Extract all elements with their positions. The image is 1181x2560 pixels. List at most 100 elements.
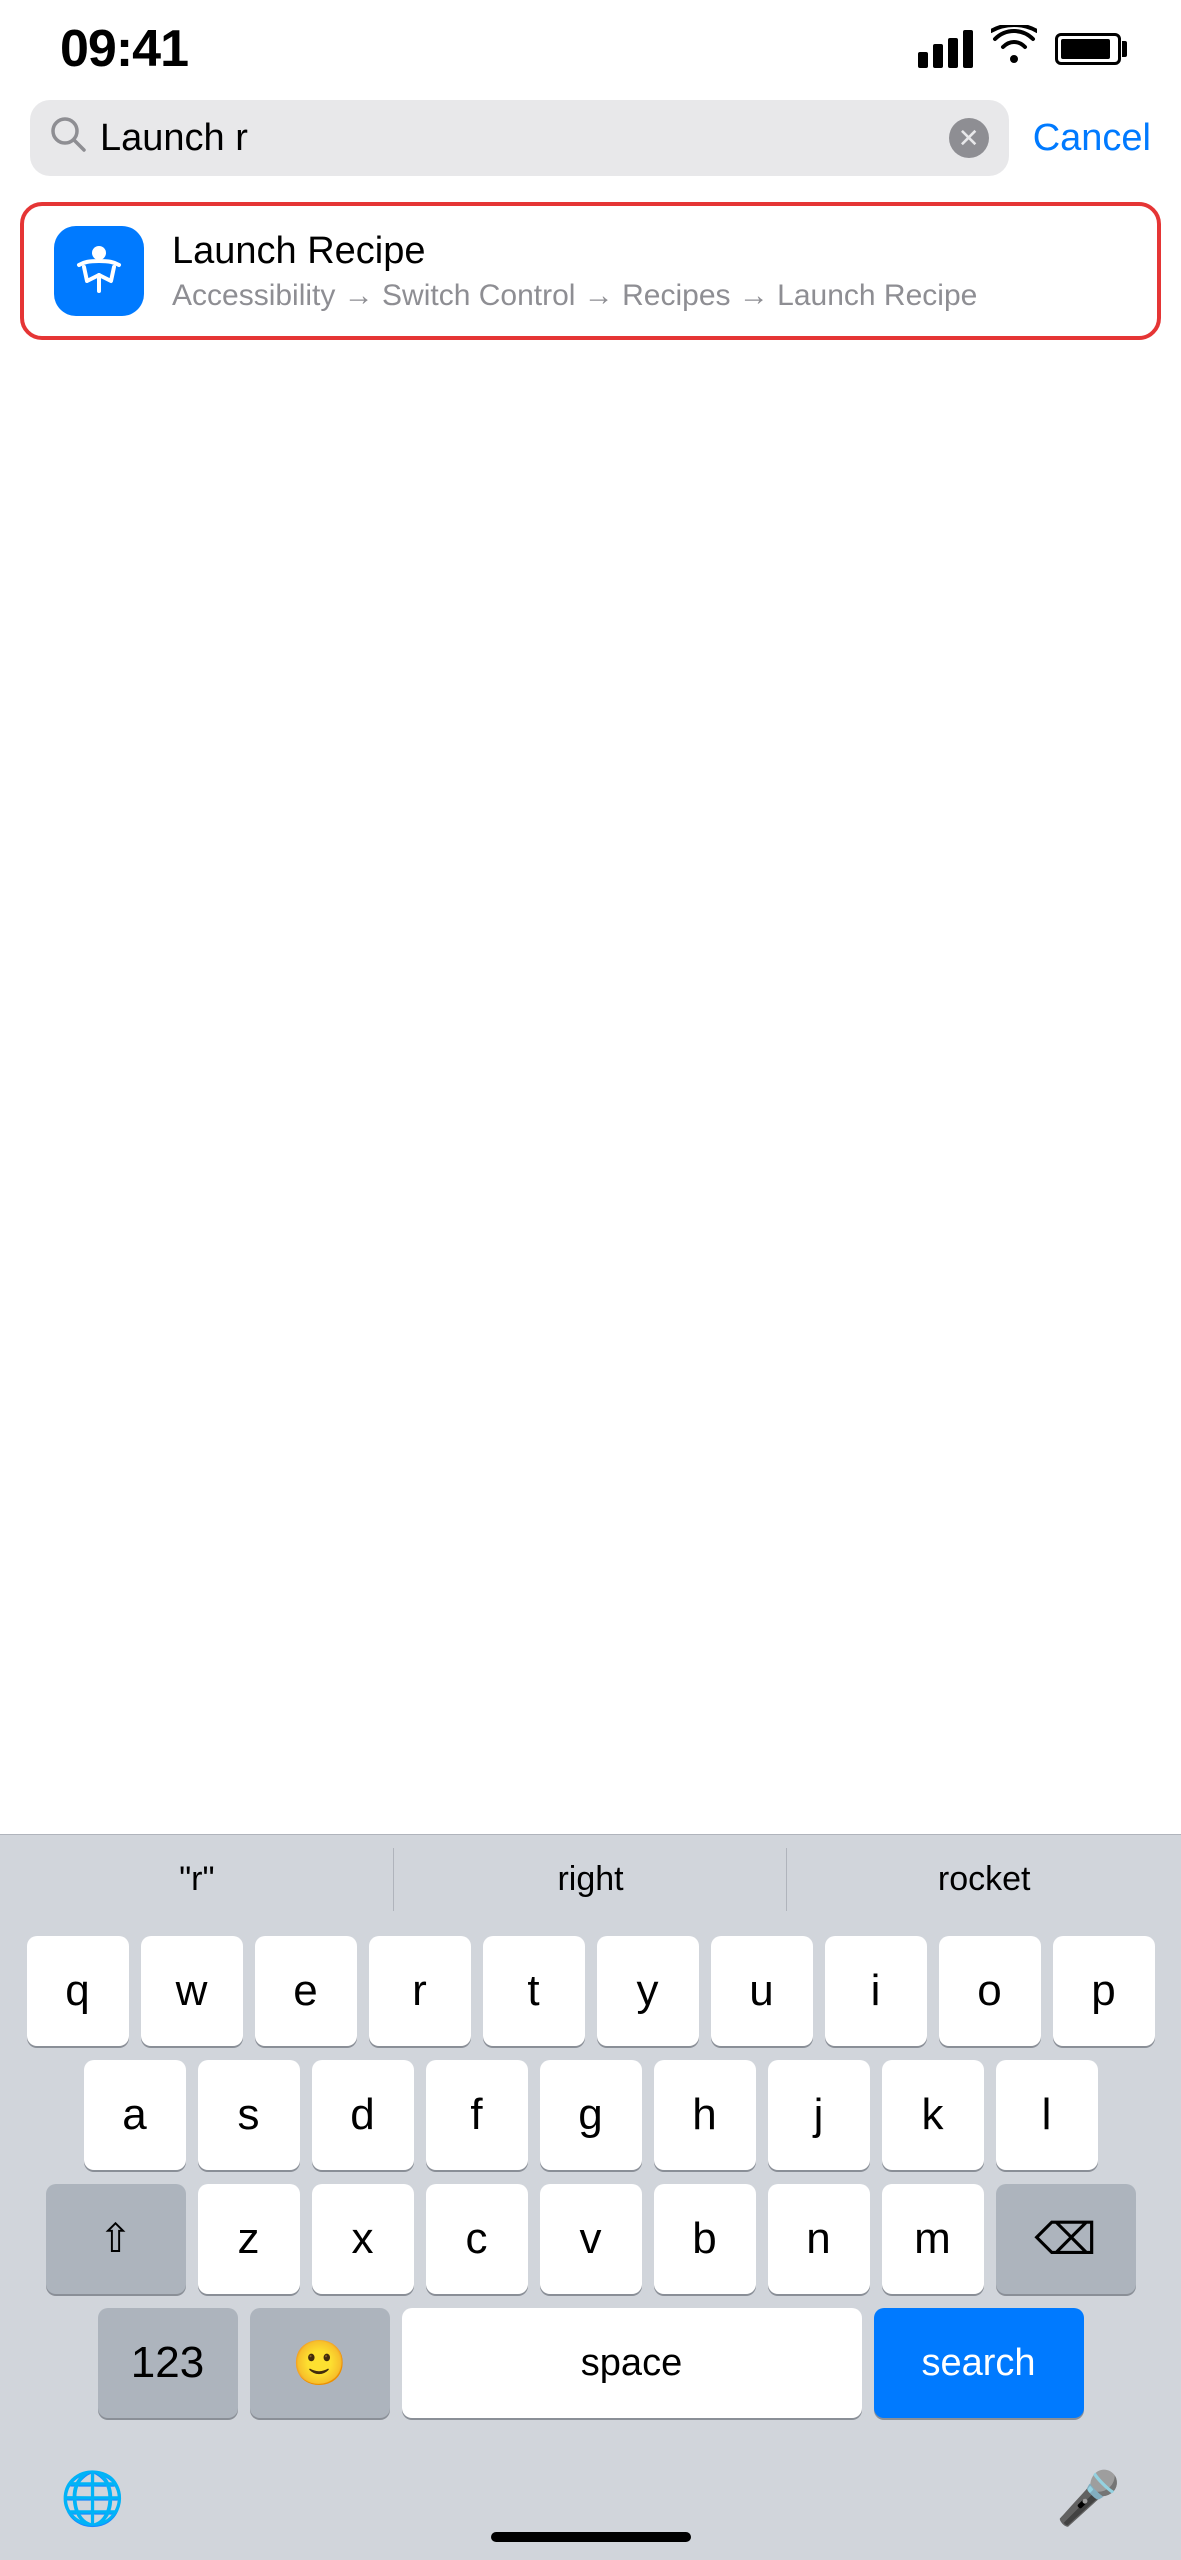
key-o[interactable]: o (939, 1936, 1041, 2046)
key-e[interactable]: e (255, 1936, 357, 2046)
search-input-wrapper[interactable]: Launch r ✕ (30, 100, 1009, 176)
key-c[interactable]: c (426, 2184, 528, 2294)
autocomplete-item-3[interactable]: rocket (787, 1835, 1181, 1924)
key-o-label: o (977, 1966, 1001, 2016)
key-s-label: s (238, 2090, 260, 2140)
key-h[interactable]: h (654, 2060, 756, 2170)
search-clear-button[interactable]: ✕ (949, 118, 989, 158)
autocomplete-item-2[interactable]: right (394, 1835, 788, 1924)
autocomplete-label-3: rocket (938, 1860, 1031, 1899)
keyboard-rows: q w e r t y u i o p a s d f g h j k l ⇧ (0, 1924, 1181, 2440)
battery-fill (1061, 39, 1110, 59)
key-f-label: f (470, 2090, 482, 2140)
emoji-icon: 🙂 (292, 2337, 347, 2389)
key-i-label: i (871, 1966, 881, 2016)
key-v[interactable]: v (540, 2184, 642, 2294)
key-a[interactable]: a (84, 2060, 186, 2170)
microphone-icon[interactable]: 🎤 (1056, 2468, 1121, 2529)
status-bar: 09:41 (0, 0, 1181, 90)
autocomplete-label-1: "r" (179, 1860, 214, 1899)
key-b-label: b (692, 2214, 716, 2264)
key-a-label: a (122, 2090, 146, 2140)
key-j[interactable]: j (768, 2060, 870, 2170)
key-g-label: g (578, 2090, 602, 2140)
space-label: space (581, 2342, 682, 2385)
key-i[interactable]: i (825, 1936, 927, 2046)
key-q-label: q (65, 1966, 89, 2016)
result-breadcrumb: Accessibility → Switch Control → Recipes… (172, 279, 1127, 313)
search-icon (50, 116, 86, 161)
key-l[interactable]: l (996, 2060, 1098, 2170)
signal-bar-3 (948, 38, 958, 68)
key-f[interactable]: f (426, 2060, 528, 2170)
key-y-label: y (637, 1966, 659, 2016)
key-n-label: n (806, 2214, 830, 2264)
key-k[interactable]: k (882, 2060, 984, 2170)
numeric-key[interactable]: 123 (98, 2308, 238, 2418)
delete-key[interactable]: ⌫ (996, 2184, 1136, 2294)
shift-key[interactable]: ⇧ (46, 2184, 186, 2294)
key-c-label: c (466, 2214, 488, 2264)
key-y[interactable]: y (597, 1936, 699, 2046)
key-q[interactable]: q (27, 1936, 129, 2046)
key-d[interactable]: d (312, 2060, 414, 2170)
autocomplete-label-2: right (557, 1860, 623, 1899)
signal-bars-icon (918, 30, 973, 68)
key-b[interactable]: b (654, 2184, 756, 2294)
key-x[interactable]: x (312, 2184, 414, 2294)
search-input[interactable]: Launch r (100, 117, 935, 160)
emoji-key[interactable]: 🙂 (250, 2308, 390, 2418)
autocomplete-item-1[interactable]: "r" (0, 1835, 394, 1924)
shift-icon: ⇧ (99, 2216, 133, 2262)
wifi-icon (991, 25, 1037, 73)
key-g[interactable]: g (540, 2060, 642, 2170)
key-d-label: d (350, 2090, 374, 2140)
key-u-label: u (749, 1966, 773, 2016)
battery-icon (1055, 33, 1121, 65)
search-bar-container: Launch r ✕ Cancel (0, 100, 1181, 176)
status-time: 09:41 (60, 19, 188, 79)
key-m[interactable]: m (882, 2184, 984, 2294)
delete-icon: ⌫ (1034, 2214, 1096, 2265)
key-l-label: l (1042, 2090, 1052, 2140)
search-label: search (921, 2342, 1035, 2385)
signal-bar-4 (963, 30, 973, 68)
key-p[interactable]: p (1053, 1936, 1155, 2046)
key-row-2: a s d f g h j k l (8, 2060, 1173, 2170)
key-n[interactable]: n (768, 2184, 870, 2294)
key-row-4: 123 🙂 space search (8, 2308, 1173, 2418)
bottom-bar: 🌐 🎤 (0, 2440, 1181, 2560)
home-indicator (491, 2532, 691, 2542)
key-p-label: p (1091, 1966, 1115, 2016)
search-results: Launch Recipe Accessibility → Switch Con… (0, 176, 1181, 366)
keyboard-area: "r" right rocket q w e r t y u i o p a s… (0, 1834, 1181, 2560)
search-result-item[interactable]: Launch Recipe Accessibility → Switch Con… (20, 202, 1161, 340)
key-x-label: x (352, 2214, 374, 2264)
autocomplete-bar: "r" right rocket (0, 1834, 1181, 1924)
key-w[interactable]: w (141, 1936, 243, 2046)
globe-icon[interactable]: 🌐 (60, 2468, 125, 2529)
result-icon (54, 226, 144, 316)
key-v-label: v (580, 2214, 602, 2264)
cancel-button[interactable]: Cancel (1033, 117, 1151, 160)
key-t-label: t (527, 1966, 539, 2016)
key-t[interactable]: t (483, 1936, 585, 2046)
result-title: Launch Recipe (172, 230, 1127, 273)
numeric-label: 123 (131, 2338, 204, 2388)
key-row-1: q w e r t y u i o p (8, 1936, 1173, 2046)
space-key[interactable]: space (402, 2308, 862, 2418)
key-row-3: ⇧ z x c v b n m ⌫ (8, 2184, 1173, 2294)
key-w-label: w (176, 1966, 208, 2016)
key-j-label: j (814, 2090, 824, 2140)
signal-bar-2 (933, 44, 943, 68)
signal-bar-1 (918, 52, 928, 68)
key-h-label: h (692, 2090, 716, 2140)
search-key[interactable]: search (874, 2308, 1084, 2418)
result-text: Launch Recipe Accessibility → Switch Con… (172, 230, 1127, 313)
key-r[interactable]: r (369, 1936, 471, 2046)
key-s[interactable]: s (198, 2060, 300, 2170)
key-z[interactable]: z (198, 2184, 300, 2294)
key-e-label: e (293, 1966, 317, 2016)
key-u[interactable]: u (711, 1936, 813, 2046)
key-k-label: k (922, 2090, 944, 2140)
